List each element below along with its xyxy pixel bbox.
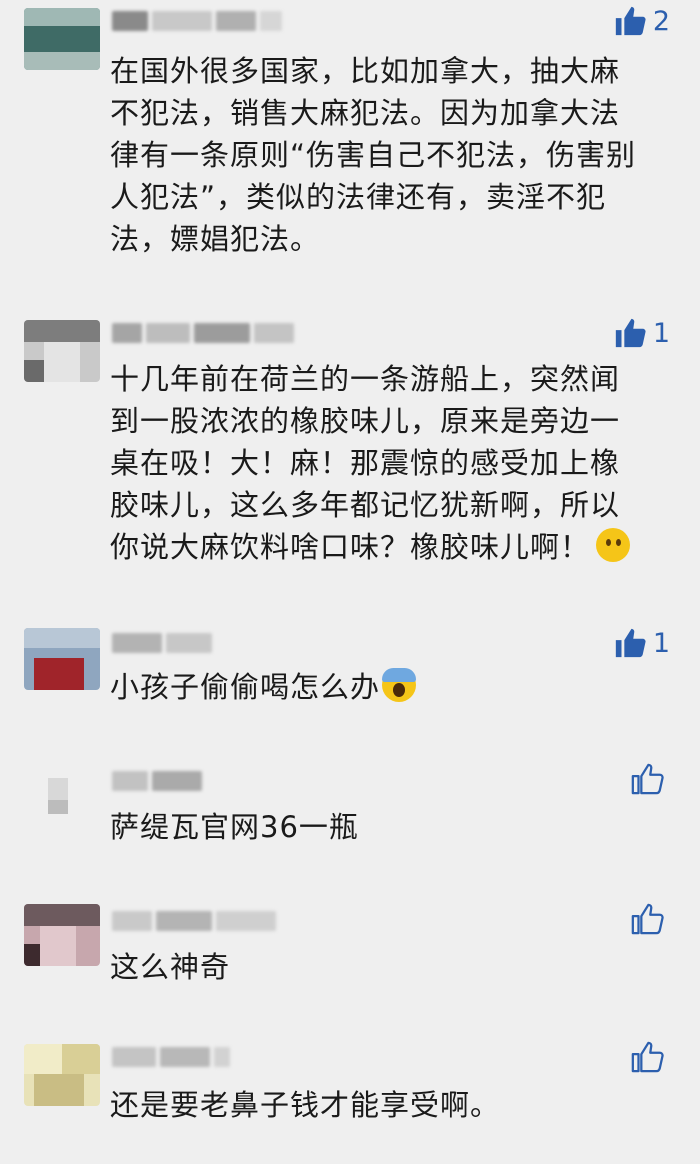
comment-text: 小孩子偷偷喝怎么办: [110, 666, 680, 708]
nickname-blurred[interactable]: [112, 910, 280, 932]
comment-text: 十几年前在荷兰的一条游船上，突然闻 到一股浓浓的橡胶味儿，原来是旁边一 桌在吸！…: [110, 358, 680, 568]
comment-text-body: 十几年前在荷兰的一条游船上，突然闻 到一股浓浓的橡胶味儿，原来是旁边一 桌在吸！…: [110, 362, 621, 564]
like-button[interactable]: 1: [613, 316, 670, 350]
avatar[interactable]: [24, 904, 100, 966]
avatar[interactable]: [24, 768, 100, 830]
comment-text: 这么神奇: [110, 950, 231, 984]
comment-text: 在国外很多国家，比如加拿大，抽大麻 不犯法，销售大麻犯法。因为加拿大法 律有一条…: [110, 54, 637, 256]
comment-text: 还是要老鼻子钱才能享受啊。: [110, 1088, 501, 1122]
nickname-blurred[interactable]: [112, 1046, 234, 1068]
like-count: 1: [652, 627, 670, 659]
like-button[interactable]: [630, 902, 670, 936]
like-count: 2: [652, 5, 670, 37]
like-count: 1: [652, 317, 670, 349]
avatar[interactable]: [24, 1044, 100, 1106]
screaming-face-emoji: [382, 668, 417, 702]
thumbs-up-icon: [613, 4, 647, 38]
thumbs-up-icon: [630, 902, 664, 936]
thumbs-up-icon: [613, 626, 647, 660]
thumbs-up-icon: [613, 316, 647, 350]
thinking-face-emoji: [596, 528, 631, 562]
thumbs-up-icon: [630, 762, 664, 796]
avatar[interactable]: [24, 628, 100, 690]
comment-text-body: 小孩子偷偷喝怎么办: [110, 670, 381, 704]
nickname-blurred[interactable]: [112, 10, 286, 32]
like-button[interactable]: [630, 762, 670, 796]
avatar[interactable]: [24, 8, 100, 70]
nickname-blurred[interactable]: [112, 632, 216, 654]
like-button[interactable]: 2: [613, 4, 670, 38]
comment-text: 萨缇瓦官网36一瓶: [110, 810, 359, 844]
nickname-blurred[interactable]: [112, 322, 298, 344]
avatar[interactable]: [24, 320, 100, 382]
thumbs-up-icon: [630, 1040, 664, 1074]
nickname-blurred[interactable]: [112, 770, 206, 792]
like-button[interactable]: 1: [613, 626, 670, 660]
like-button[interactable]: [630, 1040, 670, 1074]
